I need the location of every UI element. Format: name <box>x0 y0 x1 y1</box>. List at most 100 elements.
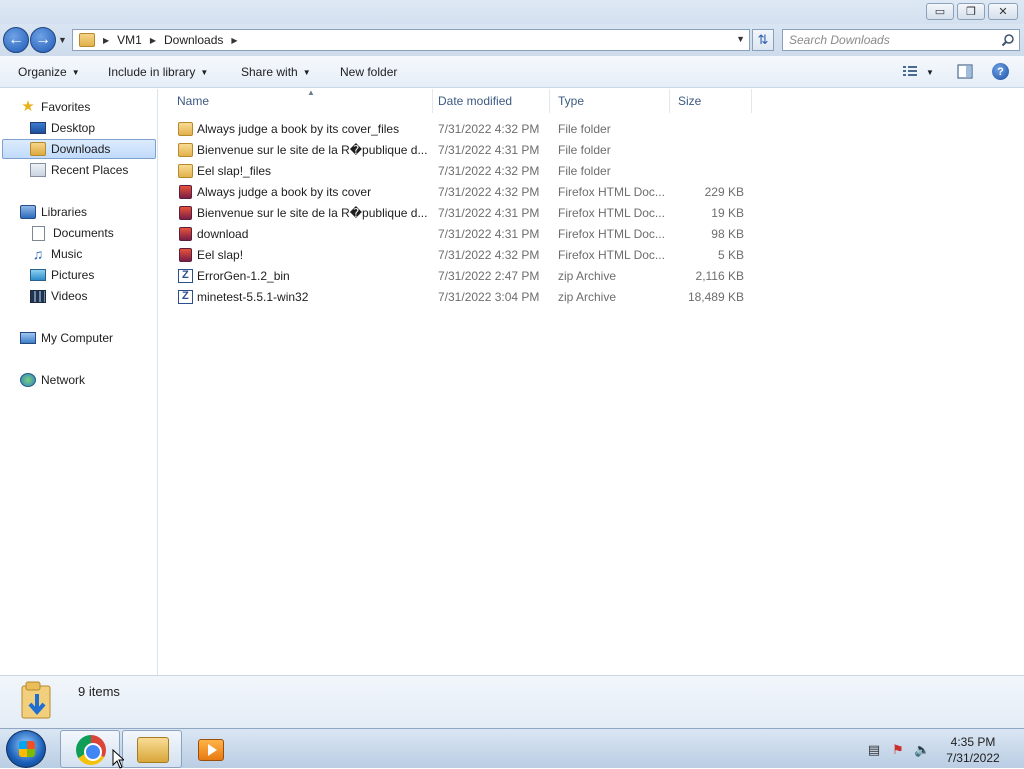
refresh-button[interactable]: ⇅ <box>752 29 774 51</box>
network-status-icon[interactable]: ▤ <box>866 742 882 758</box>
column-header-name[interactable]: Name ▲ <box>169 88 433 113</box>
help-icon[interactable]: ? <box>992 63 1009 80</box>
media-player-icon[interactable] <box>198 739 224 761</box>
column-header-date-modified[interactable]: Date modified <box>430 89 550 113</box>
include-in-library-button[interactable]: Include in library ▼ <box>108 65 208 79</box>
file-row[interactable]: minetest-5.5.1-win32 7/31/2022 3:04 PM zip… <box>173 287 753 308</box>
nav-music[interactable]: ♫ Music <box>30 244 83 264</box>
videos-icon <box>30 289 46 303</box>
nav-network[interactable]: Network <box>20 370 85 390</box>
breadcrumb-separator-icon[interactable]: ▶ <box>150 36 156 45</box>
file-row[interactable]: Always judge a book by its cover_files 7/… <box>173 119 753 140</box>
file-row[interactable]: Eel slap!_files 7/31/2022 4:32 PM File fol… <box>173 161 753 182</box>
file-type: File folder <box>558 122 611 136</box>
file-date-modified: 7/31/2022 4:32 PM <box>438 185 540 199</box>
nav-libraries-label: Libraries <box>41 205 88 219</box>
folder-icon <box>178 143 193 157</box>
nav-libraries[interactable]: Libraries <box>20 202 87 222</box>
file-date-modified: 7/31/2022 4:32 PM <box>438 164 540 178</box>
file-date-modified: 7/31/2022 4:31 PM <box>438 206 540 220</box>
search-input[interactable] <box>783 30 993 50</box>
nav-documents[interactable]: Documents <box>32 223 114 243</box>
view-options-dropdown[interactable]: ▼ <box>926 68 934 77</box>
restore-button[interactable]: ❐ <box>957 3 985 20</box>
nav-network-label: Network <box>41 373 86 387</box>
file-type: Firefox HTML Doc... <box>558 227 665 241</box>
column-header-size[interactable]: Size <box>670 89 752 113</box>
item-count: 9 items <box>78 684 120 699</box>
file-name: ErrorGen-1.2_bin <box>197 269 290 283</box>
downloads-folder-icon <box>79 33 95 47</box>
title-bar: ▭ ❐ ✕ <box>0 0 1024 24</box>
zip-archive-icon <box>178 269 193 283</box>
nav-pictures[interactable]: Pictures <box>30 265 94 285</box>
volume-icon[interactable]: 🔈 <box>914 742 930 758</box>
new-folder-button[interactable]: New folder <box>340 65 397 79</box>
column-size-label: Size <box>678 94 702 108</box>
nav-favorites[interactable]: ★ Favorites <box>20 97 90 117</box>
nav-music-label: Music <box>51 247 83 261</box>
share-with-button[interactable]: Share with ▼ <box>241 65 311 79</box>
search-icon[interactable] <box>1001 33 1015 47</box>
file-row[interactable]: Bienvenue sur le site de la R�publique d… <box>173 203 753 224</box>
zip-archive-icon <box>178 290 193 304</box>
nav-my-computer[interactable]: My Computer <box>20 328 113 348</box>
file-date-modified: 7/31/2022 4:32 PM <box>438 122 540 136</box>
taskbar-chrome-button[interactable] <box>60 730 120 768</box>
nav-documents-label: Documents <box>53 226 114 240</box>
column-header-type[interactable]: Type <box>550 89 670 113</box>
file-name: Eel slap!_files <box>197 164 272 178</box>
breadcrumb-separator-icon[interactable]: ▶ <box>231 36 237 45</box>
search-box[interactable] <box>782 29 1020 51</box>
file-row[interactable]: Bienvenue sur le site de la R�publique d… <box>173 140 753 161</box>
file-date-modified: 7/31/2022 4:31 PM <box>438 143 540 157</box>
preview-pane-icon[interactable] <box>957 64 973 79</box>
documents-icon <box>32 225 45 241</box>
file-list: Name ▲ Date modified Type Size Always jud… <box>159 88 1024 675</box>
start-button[interactable] <box>6 730 46 768</box>
computer-icon <box>20 332 36 344</box>
breadcrumb-separator-icon[interactable]: ▶ <box>103 36 109 45</box>
navigation-pane: ★ Favorites Desktop Downloads Recent Plac… <box>0 89 158 675</box>
nav-desktop[interactable]: Desktop <box>30 118 95 138</box>
nav-downloads[interactable]: Downloads <box>2 139 156 159</box>
taskbar-explorer-button[interactable] <box>122 730 182 768</box>
column-date-label: Date modified <box>438 94 513 108</box>
organize-label: Organize <box>18 65 67 79</box>
address-bar[interactable]: ▶ VM1 ▶ Downloads ▶ ▼ <box>72 29 750 51</box>
explorer-window: ▭ ❐ ✕ ← → ▼ ▶ VM1 ▶ Downloads ▶ ▼ ⇅ Orga… <box>0 0 1024 728</box>
restore-icon: ❐ <box>966 6 976 18</box>
folder-icon <box>178 122 193 136</box>
pictures-icon <box>30 269 46 281</box>
file-row[interactable]: Always judge a book by its cover 7/31/202… <box>173 182 753 203</box>
file-name: minetest-5.5.1-win32 <box>197 290 309 304</box>
address-history-dropdown[interactable]: ▼ <box>736 34 745 44</box>
file-row[interactable]: Eel slap! 7/31/2022 4:32 PM Firefox HTML D… <box>173 245 753 266</box>
share-with-label: Share with <box>241 65 298 79</box>
back-button[interactable]: ← <box>3 27 29 53</box>
breadcrumb-downloads[interactable]: Downloads <box>164 33 223 47</box>
forward-button[interactable]: → <box>30 27 56 53</box>
clock-time: 4:35 PM <box>950 735 996 749</box>
file-name: Bienvenue sur le site de la R�publique d… <box>197 206 428 220</box>
file-row[interactable]: ErrorGen-1.2_bin 7/31/2022 2:47 PM zip Arc… <box>173 266 753 287</box>
action-center-icon[interactable]: ⚑ <box>890 742 906 758</box>
recent-pages-dropdown[interactable]: ▼ <box>58 35 67 45</box>
file-size: 229 KB <box>704 185 744 199</box>
change-view-icon[interactable] <box>902 64 918 78</box>
chevron-down-icon: ▼ <box>71 68 80 77</box>
file-size: 5 KB <box>717 248 744 262</box>
include-in-library-label: Include in library <box>108 65 196 79</box>
file-row[interactable]: download 7/31/2022 4:31 PM Firefox HTML Do… <box>173 224 753 245</box>
nav-recent-places[interactable]: Recent Places <box>30 160 128 180</box>
system-clock[interactable]: 4:35 PM 7/31/2022 <box>938 734 1008 766</box>
organize-button[interactable]: Organize ▼ <box>18 65 80 79</box>
nav-videos-label: Videos <box>51 289 88 303</box>
breadcrumb-vm1[interactable]: VM1 <box>117 33 142 47</box>
minimize-button[interactable]: ▭ <box>926 3 954 20</box>
recent-places-icon <box>30 163 46 177</box>
sort-ascending-icon: ▲ <box>307 88 315 97</box>
downloads-folder-icon <box>21 681 51 719</box>
nav-videos[interactable]: Videos <box>30 286 87 306</box>
close-button[interactable]: ✕ <box>988 3 1018 20</box>
